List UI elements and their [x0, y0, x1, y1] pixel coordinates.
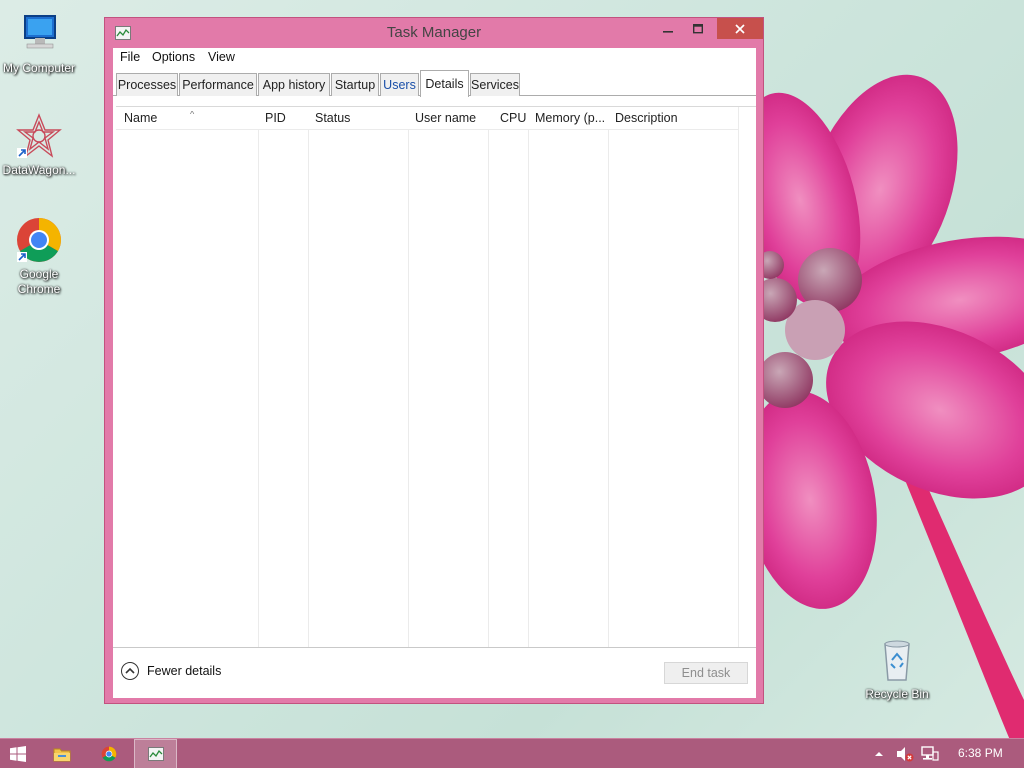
- taskbar-clock[interactable]: 6:38 PM: [958, 746, 1003, 760]
- tab-processes[interactable]: Processes: [116, 73, 178, 96]
- column-divider: [408, 129, 409, 648]
- close-icon: [735, 23, 745, 34]
- minimize-icon: [663, 30, 673, 33]
- column-header-name[interactable]: ^ Name: [124, 111, 259, 131]
- column-header-cpu[interactable]: CPU: [500, 111, 530, 131]
- speaker-muted-icon: [897, 747, 914, 762]
- tab-app-history[interactable]: App history: [258, 73, 330, 96]
- desktop-icon-label: Google Chrome: [17, 267, 61, 296]
- taskbar-google-chrome[interactable]: [91, 739, 127, 768]
- menu-bar: File Options View: [113, 48, 756, 68]
- fewer-details-button[interactable]: Fewer details: [121, 662, 221, 680]
- desktop-icon-recycle-bin[interactable]: Recycle Bin: [858, 636, 936, 702]
- desktop-icon-google-chrome[interactable]: Google Chrome: [0, 216, 78, 297]
- folder-icon: [53, 748, 71, 762]
- desktop-icon-datawagon[interactable]: DataWagon...: [0, 112, 78, 178]
- minimize-button[interactable]: [653, 18, 683, 39]
- menu-view[interactable]: View: [208, 50, 235, 64]
- tab-services[interactable]: Services: [470, 73, 520, 96]
- recycle-bin-icon: [873, 636, 921, 684]
- column-divider: [528, 129, 529, 648]
- chrome-icon: [101, 746, 117, 762]
- taskbar-task-manager[interactable]: [134, 739, 177, 768]
- chevron-up-icon: [875, 752, 883, 756]
- vertical-scrollbar[interactable]: [738, 107, 755, 648]
- maximize-icon: [693, 23, 703, 33]
- title-bar[interactable]: Task Manager: [105, 18, 763, 48]
- my-computer-icon: [15, 10, 63, 58]
- column-divider: [258, 129, 259, 648]
- column-divider: [308, 129, 309, 648]
- desktop-icon-label: Recycle Bin: [865, 687, 929, 701]
- column-divider: [608, 129, 609, 648]
- task-manager-icon: [147, 747, 164, 761]
- column-header-pid[interactable]: PID: [265, 111, 309, 131]
- window-client-area: File Options View Processes Performance …: [113, 48, 756, 698]
- tab-details[interactable]: Details: [420, 70, 469, 97]
- column-header-description[interactable]: Description: [615, 111, 735, 131]
- column-divider: [488, 129, 489, 648]
- column-header-status[interactable]: Status: [315, 111, 409, 131]
- chevron-up-icon: [121, 662, 139, 680]
- maximize-button[interactable]: [683, 18, 713, 39]
- start-button[interactable]: [0, 739, 36, 768]
- close-button[interactable]: [717, 18, 763, 39]
- header-divider: [116, 129, 738, 130]
- details-table: ^ Name PID Status User name CPU Memory (…: [116, 106, 756, 648]
- column-header-user-name[interactable]: User name: [415, 111, 489, 131]
- taskbar-file-explorer[interactable]: [44, 739, 80, 768]
- datawagon-icon: [15, 112, 63, 160]
- taskbar: 6:38 PM: [0, 738, 1024, 768]
- fewer-details-label: Fewer details: [147, 664, 222, 678]
- tab-users[interactable]: Users: [380, 73, 419, 96]
- footer: Fewer details End task: [113, 647, 756, 698]
- network-button[interactable]: [921, 739, 939, 768]
- tab-performance[interactable]: Performance: [179, 73, 257, 96]
- end-task-button[interactable]: End task: [664, 662, 748, 684]
- network-icon: [921, 746, 939, 761]
- desktop-icon-label: My Computer: [2, 61, 76, 75]
- sort-ascending-icon: ^: [190, 111, 195, 119]
- tab-startup[interactable]: Startup: [331, 73, 379, 96]
- column-header-label: Name: [124, 111, 158, 125]
- menu-file[interactable]: File: [120, 50, 140, 64]
- tab-strip: Processes Performance App history Startu…: [113, 70, 756, 97]
- menu-options[interactable]: Options: [152, 50, 195, 64]
- desktop-icon-label: DataWagon...: [2, 163, 76, 177]
- task-manager-window: Task Manager File Options View Processes…: [104, 17, 764, 704]
- desktop-icon-my-computer[interactable]: My Computer: [0, 10, 78, 76]
- chrome-icon: [15, 216, 63, 264]
- windows-logo-icon: [10, 746, 26, 762]
- column-header-memory[interactable]: Memory (p...: [535, 111, 609, 131]
- volume-muted-button[interactable]: [896, 739, 914, 768]
- show-hidden-icons-button[interactable]: [874, 739, 884, 768]
